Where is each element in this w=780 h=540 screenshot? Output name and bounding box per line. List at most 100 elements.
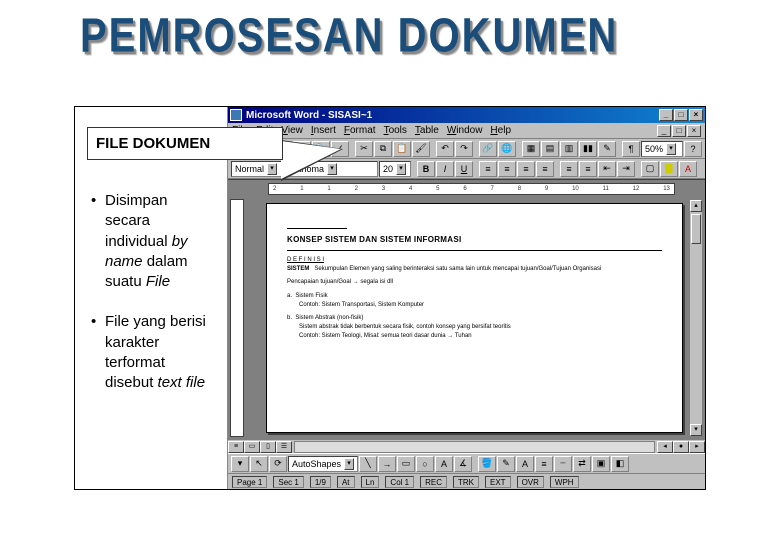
close-button[interactable]: × bbox=[689, 109, 703, 121]
justify-icon[interactable]: ≡ bbox=[536, 161, 554, 177]
sub-b-line: Contoh: Sistem Teologi, Misal: semua teo… bbox=[287, 333, 662, 340]
menu-insert[interactable]: Insert bbox=[311, 125, 336, 136]
line-icon[interactable]: ╲ bbox=[359, 456, 377, 472]
font-color-icon[interactable]: A bbox=[516, 456, 534, 472]
select-objects-icon[interactable]: ↖ bbox=[250, 456, 268, 472]
menu-table[interactable]: Table bbox=[415, 125, 439, 136]
maximize-button[interactable]: □ bbox=[674, 109, 688, 121]
drawing-icon[interactable]: ✎ bbox=[598, 141, 616, 157]
doc-close-button[interactable]: × bbox=[687, 125, 701, 137]
bold-button[interactable]: B bbox=[417, 161, 435, 177]
line-style-icon[interactable]: ≡ bbox=[535, 456, 553, 472]
excel-icon[interactable]: ▥ bbox=[560, 141, 578, 157]
sub-a-text: Contoh: Sistem Transportasi, Sistem Komp… bbox=[287, 302, 662, 309]
threed-icon[interactable]: ◧ bbox=[611, 456, 629, 472]
shadow-icon[interactable]: ▣ bbox=[592, 456, 610, 472]
autoshapes-combo[interactable]: AutoShapes ▾ bbox=[288, 456, 358, 472]
doc-minimize-button[interactable]: _ bbox=[657, 125, 671, 137]
page-layout-view-icon[interactable]: ▯ bbox=[260, 441, 276, 453]
ruler-tick: 1 bbox=[300, 186, 303, 192]
line-color-icon[interactable]: ✎ bbox=[497, 456, 515, 472]
browse-prev-icon[interactable]: ◂ bbox=[657, 441, 673, 453]
borders-icon[interactable]: ▢ bbox=[641, 161, 659, 177]
align-right-icon[interactable]: ≡ bbox=[517, 161, 535, 177]
fontsize-combo[interactable]: 20 ▾ bbox=[379, 161, 411, 177]
ruler-tick: 3 bbox=[382, 186, 385, 192]
oval-icon[interactable]: ○ bbox=[416, 456, 434, 472]
main-frame: FILE DOKUMEN Disimpan secara individual … bbox=[74, 106, 706, 490]
font-color-icon[interactable]: A bbox=[679, 161, 697, 177]
online-view-icon[interactable]: ▭ bbox=[244, 441, 260, 453]
menu-bar: File Edit View Insert Format Tools Table… bbox=[228, 123, 705, 139]
columns-icon[interactable]: ▮▮ bbox=[579, 141, 597, 157]
textbox-icon[interactable]: A bbox=[435, 456, 453, 472]
web-toolbar-icon[interactable]: 🌐 bbox=[498, 141, 516, 157]
bullet-em: File bbox=[146, 273, 170, 290]
redo-icon[interactable]: ↷ bbox=[455, 141, 473, 157]
align-center-icon[interactable]: ≡ bbox=[498, 161, 516, 177]
sub-b-title: Sistem Abstrak (non-fisik) bbox=[295, 315, 363, 321]
outdent-icon[interactable]: ⇤ bbox=[598, 161, 616, 177]
menu-tools[interactable]: Tools bbox=[384, 125, 407, 136]
scroll-thumb[interactable] bbox=[691, 214, 701, 244]
italic-button[interactable]: I bbox=[436, 161, 454, 177]
rectangle-icon[interactable]: ▭ bbox=[397, 456, 415, 472]
minimize-button[interactable]: _ bbox=[659, 109, 673, 121]
bullet-item: Disimpan secara individual by name dalam… bbox=[91, 191, 211, 292]
format-painter-icon[interactable]: 🖌 bbox=[412, 141, 430, 157]
browse-object-icon[interactable]: ● bbox=[673, 441, 689, 453]
copy-icon[interactable]: ⧉ bbox=[374, 141, 392, 157]
align-left-icon[interactable]: ≡ bbox=[479, 161, 497, 177]
help-icon[interactable]: ? bbox=[684, 141, 702, 157]
vertical-ruler[interactable] bbox=[230, 199, 244, 437]
zoom-combo[interactable]: 50% ▾ bbox=[641, 141, 683, 157]
status-bar: Page 1 Sec 1 1/9 At Ln Col 1 REC TRK EXT… bbox=[228, 473, 705, 489]
arrow-icon[interactable]: → bbox=[378, 456, 396, 472]
horizontal-scrollbar[interactable] bbox=[294, 441, 655, 453]
menu-format[interactable]: Format bbox=[344, 125, 376, 136]
arrow-style-icon[interactable]: ⇄ bbox=[573, 456, 591, 472]
wordart-icon[interactable]: ∡ bbox=[454, 456, 472, 472]
numbered-list-icon[interactable]: ≡ bbox=[560, 161, 578, 177]
dash-style-icon[interactable]: ┈ bbox=[554, 456, 572, 472]
undo-icon[interactable]: ↶ bbox=[436, 141, 454, 157]
highlight-icon[interactable]: ▇ bbox=[660, 161, 678, 177]
menu-help[interactable]: Help bbox=[490, 125, 511, 136]
normal-view-icon[interactable]: ≡ bbox=[228, 441, 244, 453]
docmap-icon[interactable]: ¶ bbox=[622, 141, 640, 157]
hyperlink-icon[interactable]: 🔗 bbox=[479, 141, 497, 157]
status-pages: 1/9 bbox=[310, 476, 331, 488]
indent-icon[interactable]: ⇥ bbox=[617, 161, 635, 177]
cut-icon[interactable]: ✂ bbox=[355, 141, 373, 157]
header-line bbox=[287, 228, 347, 229]
browse-next-icon[interactable]: ▸ bbox=[689, 441, 705, 453]
scroll-up-icon[interactable]: ▴ bbox=[690, 200, 702, 212]
dropdown-arrow-icon[interactable]: ▾ bbox=[396, 163, 406, 175]
rotate-icon[interactable]: ⟳ bbox=[269, 456, 287, 472]
bulleted-list-icon[interactable]: ≡ bbox=[579, 161, 597, 177]
status-wph: WPH bbox=[550, 476, 579, 488]
fill-color-icon[interactable]: 🪣 bbox=[478, 456, 496, 472]
sub-a-title: Sistem Fisik bbox=[295, 293, 327, 299]
horizontal-ruler[interactable]: 2 1 1 2 3 4 5 6 7 8 9 10 11 12 13 bbox=[268, 183, 675, 195]
underline-button[interactable]: U bbox=[455, 161, 473, 177]
hscroll-row: ≡ ▭ ▯ ☰ ◂ ● ▸ bbox=[228, 439, 705, 453]
status-sec: Sec 1 bbox=[273, 476, 303, 488]
dropdown-arrow-icon[interactable]: ▾ bbox=[344, 458, 354, 470]
ruler-tick: 13 bbox=[663, 186, 670, 192]
menu-window[interactable]: Window bbox=[447, 125, 483, 136]
vertical-scrollbar[interactable]: ▴ ▾ bbox=[689, 199, 703, 437]
status-rec: REC bbox=[420, 476, 447, 488]
scroll-down-icon[interactable]: ▾ bbox=[690, 424, 702, 436]
paste-icon[interactable]: 📋 bbox=[393, 141, 411, 157]
doc-maximize-button[interactable]: □ bbox=[672, 125, 686, 137]
outline-view-icon[interactable]: ☰ bbox=[276, 441, 292, 453]
document-page[interactable]: KONSEP SISTEM DAN SISTEM INFORMASI D E F… bbox=[266, 203, 683, 433]
dropdown-arrow-icon[interactable]: ▾ bbox=[666, 143, 676, 155]
ruler-tick: 2 bbox=[355, 186, 358, 192]
tables-icon[interactable]: ▦ bbox=[522, 141, 540, 157]
insert-table-icon[interactable]: ▤ bbox=[541, 141, 559, 157]
menu-view[interactable]: View bbox=[281, 125, 303, 136]
draw-menu-icon[interactable]: ▾ bbox=[231, 456, 249, 472]
document-area: KONSEP SISTEM DAN SISTEM INFORMASI D E F… bbox=[228, 197, 705, 439]
